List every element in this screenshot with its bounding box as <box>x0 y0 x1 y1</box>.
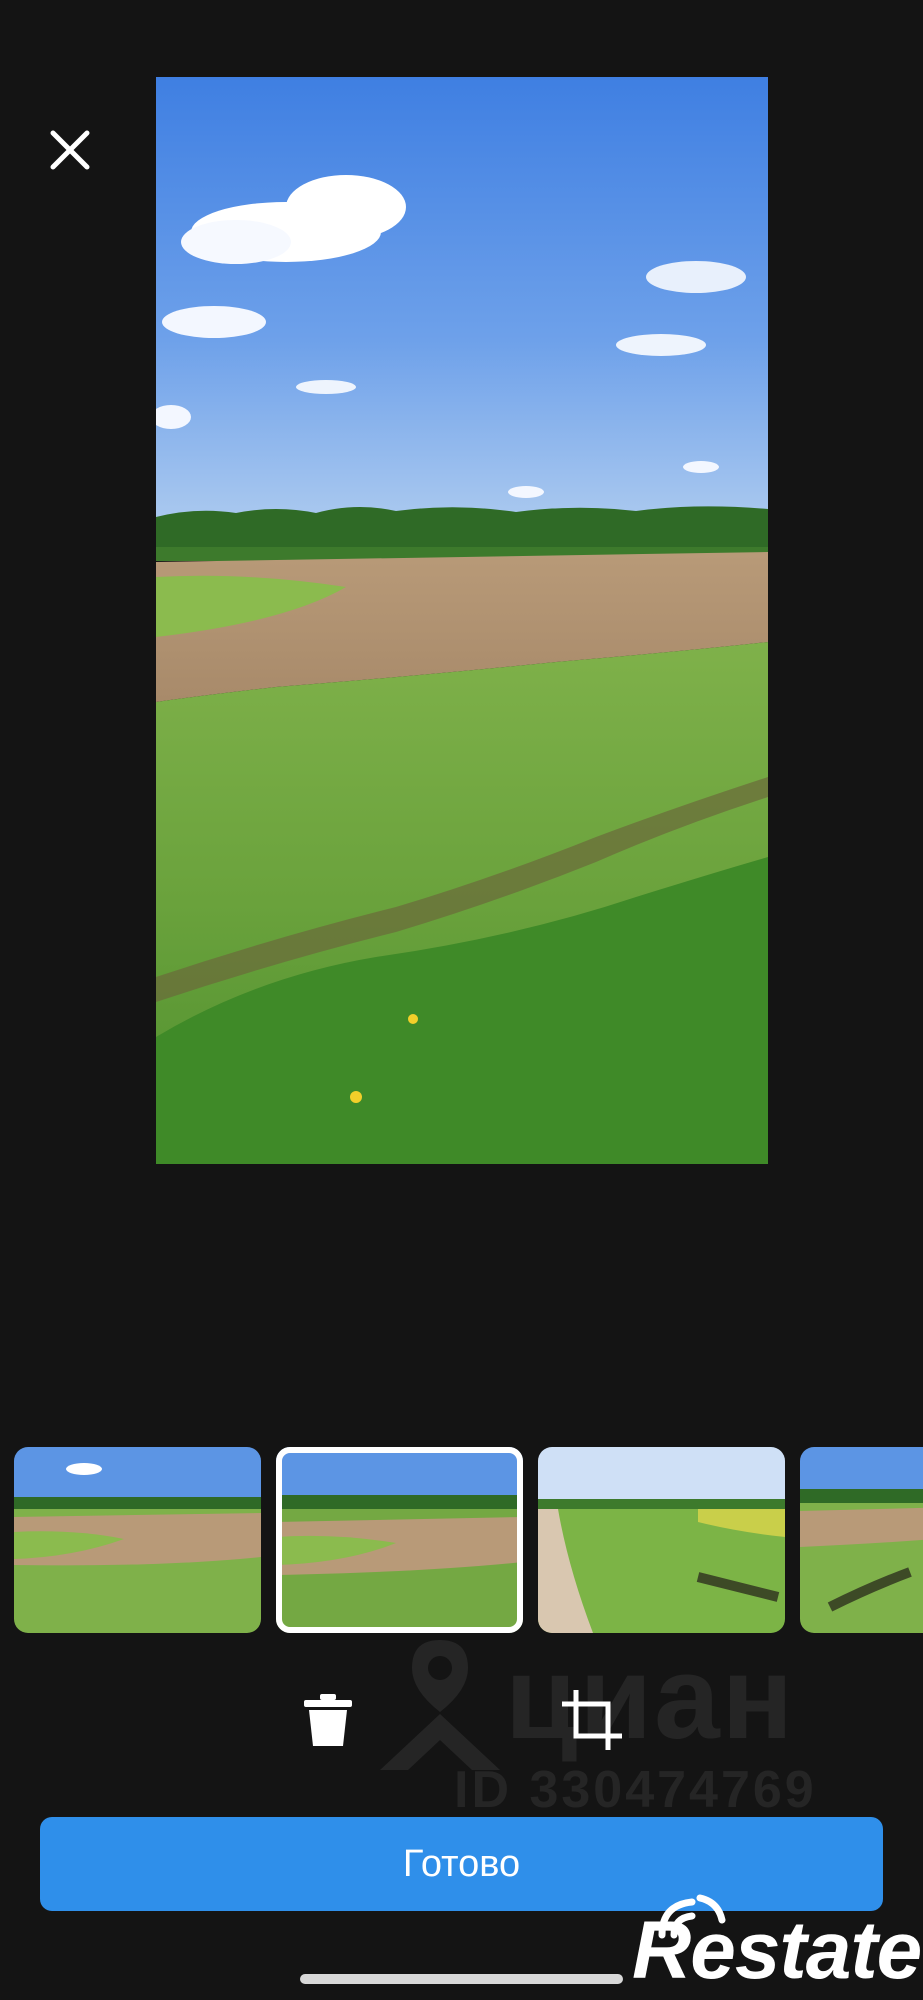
crop-icon <box>561 1689 623 1751</box>
thumbnail-1[interactable] <box>14 1447 261 1633</box>
thumbnail-3[interactable] <box>538 1447 785 1633</box>
restate-logo-text: Restate <box>632 1905 922 1996</box>
thumbnail-2-selected[interactable] <box>276 1447 523 1633</box>
main-photo-preview[interactable] <box>156 77 768 1164</box>
thumbnail-4[interactable] <box>800 1447 923 1633</box>
crop-photo-button[interactable] <box>561 1689 623 1751</box>
trash-icon <box>304 1694 352 1746</box>
watermark-brand: циан <box>505 1632 795 1764</box>
cian-logo-icon <box>380 1640 500 1770</box>
thumbnail-strip[interactable] <box>0 1447 923 1635</box>
home-indicator <box>300 1974 623 1984</box>
close-icon <box>50 130 90 170</box>
delete-photo-button[interactable] <box>298 1690 358 1750</box>
photo-editor-screen: циан ID 330474769 Готово Restate <box>0 0 923 2000</box>
close-button[interactable] <box>45 125 95 175</box>
watermark-id: ID 330474769 <box>454 1761 817 1819</box>
restate-logo: Restate <box>612 1890 923 2000</box>
